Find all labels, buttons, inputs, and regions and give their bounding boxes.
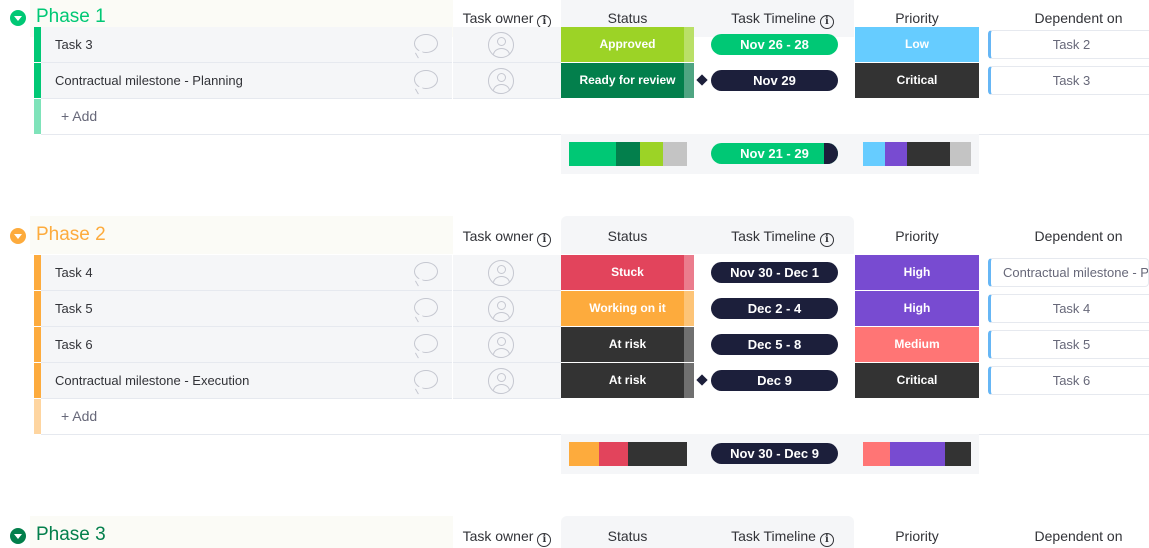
column-header-timeline[interactable]: Task Timeline i [711,228,854,247]
row-color-strip [34,63,41,98]
column-header-timeline[interactable]: Task Timeline i [711,528,854,547]
collapse-group-icon[interactable] [10,228,26,244]
timeline-pill[interactable]: Dec 5 - 8 [711,334,838,355]
timeline-summary-pill[interactable]: Nov 30 - Dec 9 [711,443,838,464]
item-name[interactable]: Task 3 [55,37,93,52]
person-icon[interactable] [488,332,514,358]
timeline-pill[interactable]: Dec 2 - 4 [711,298,838,319]
item-name[interactable]: Contractual milestone - Execution [55,373,249,388]
owner-cell[interactable] [453,27,561,63]
owner-cell[interactable] [453,291,561,327]
row-color-strip [34,291,41,326]
column-header-status[interactable]: Status [561,228,694,244]
dependency-chip[interactable]: Task 2 [988,30,1149,59]
add-item-row[interactable]: + Add [41,399,1149,435]
priority-label[interactable]: High [855,255,979,290]
group-title[interactable]: Phase 2 [36,224,106,246]
status-label[interactable]: At risk [561,363,694,398]
comment-icon[interactable] [414,370,438,389]
status-label[interactable]: Approved [561,27,694,62]
dependency-chip[interactable]: Task 5 [988,330,1149,359]
status-label[interactable]: Working on it [561,291,694,326]
table-row[interactable]: Task 3 [41,27,452,63]
priority-label[interactable]: High [855,291,979,326]
table-row[interactable]: Task 4 [41,255,452,291]
column-header-dependent[interactable]: Dependent on [988,528,1149,544]
item-name[interactable]: Contractual milestone - Planning [55,73,243,88]
priority-summary-bar[interactable] [863,442,971,466]
column-header-status[interactable]: Status [561,10,694,26]
row-color-strip [34,363,41,398]
column-header-dependent[interactable]: Dependent on [988,228,1149,244]
info-icon[interactable]: i [819,533,834,547]
milestone-diamond-icon [696,74,708,86]
timeline-pill[interactable]: Nov 29 [711,70,838,91]
table-row[interactable]: Contractual milestone - Execution [41,363,452,399]
column-header-priority[interactable]: Priority [855,10,979,26]
add-item-button[interactable]: + Add [61,408,97,424]
group-title[interactable]: Phase 1 [36,6,106,28]
comment-icon[interactable] [414,298,438,317]
comment-icon[interactable] [414,34,438,53]
row-color-strip [34,99,41,134]
table-row[interactable]: Contractual milestone - Planning [41,63,452,99]
dependency-chip[interactable]: Task 3 [988,66,1149,95]
column-header-priority[interactable]: Priority [855,228,979,244]
owner-cell[interactable] [453,327,561,363]
status-label[interactable]: Stuck [561,255,694,290]
person-icon[interactable] [488,296,514,322]
timeline-pill[interactable]: Nov 26 - 28 [711,34,838,55]
owner-cell[interactable] [453,255,561,291]
column-header-status[interactable]: Status [561,528,694,544]
item-name[interactable]: Task 6 [55,337,93,352]
row-color-strip [34,399,41,434]
add-item-row[interactable]: + Add [41,99,1149,135]
dependency-chip[interactable]: Task 6 [988,366,1149,395]
status-label[interactable]: At risk [561,327,694,362]
table-row[interactable]: Task 6 [41,327,452,363]
person-icon[interactable] [488,32,514,58]
comment-icon[interactable] [414,334,438,353]
item-name[interactable]: Task 5 [55,301,93,316]
timeline-pill[interactable]: Dec 9 [711,370,838,391]
status-summary-bar[interactable] [569,142,687,166]
priority-summary-bar[interactable] [863,142,971,166]
priority-label[interactable]: Critical [855,363,979,398]
group-title[interactable]: Phase 3 [36,524,106,546]
dependency-chip[interactable]: Task 4 [988,294,1149,323]
comment-icon[interactable] [414,262,438,281]
priority-label[interactable]: Critical [855,63,979,98]
column-header-owner[interactable]: Task owner i [453,528,561,547]
person-icon[interactable] [488,260,514,286]
collapse-group-icon[interactable] [10,528,26,544]
info-icon[interactable]: i [819,15,834,29]
dependency-chip[interactable]: Contractual milestone - P [988,258,1149,287]
info-icon[interactable]: i [537,233,552,247]
status-summary-bar[interactable] [569,442,687,466]
priority-label[interactable]: Medium [855,327,979,362]
timeline-summary-pill[interactable]: Nov 21 - 29 [711,143,838,164]
comment-icon[interactable] [414,70,438,89]
column-header-dependent[interactable]: Dependent on [988,10,1149,26]
info-icon[interactable]: i [819,233,834,247]
owner-cell[interactable] [453,63,561,99]
status-label[interactable]: Ready for review [561,63,694,98]
column-header-priority[interactable]: Priority [855,528,979,544]
person-icon[interactable] [488,368,514,394]
row-color-strip [34,327,41,362]
timeline-pill[interactable]: Nov 30 - Dec 1 [711,262,838,283]
column-header-owner[interactable]: Task owner i [453,228,561,247]
info-icon[interactable]: i [537,533,552,547]
milestone-diamond-icon [696,374,708,386]
row-color-strip [34,27,41,62]
person-icon[interactable] [488,68,514,94]
priority-label[interactable]: Low [855,27,979,62]
owner-cell[interactable] [453,363,561,399]
add-item-button[interactable]: + Add [61,108,97,124]
column-header-timeline[interactable]: Task Timeline i [711,10,854,29]
collapse-group-icon[interactable] [10,10,26,26]
row-color-strip [34,255,41,290]
item-name[interactable]: Task 4 [55,265,93,280]
table-row[interactable]: Task 5 [41,291,452,327]
